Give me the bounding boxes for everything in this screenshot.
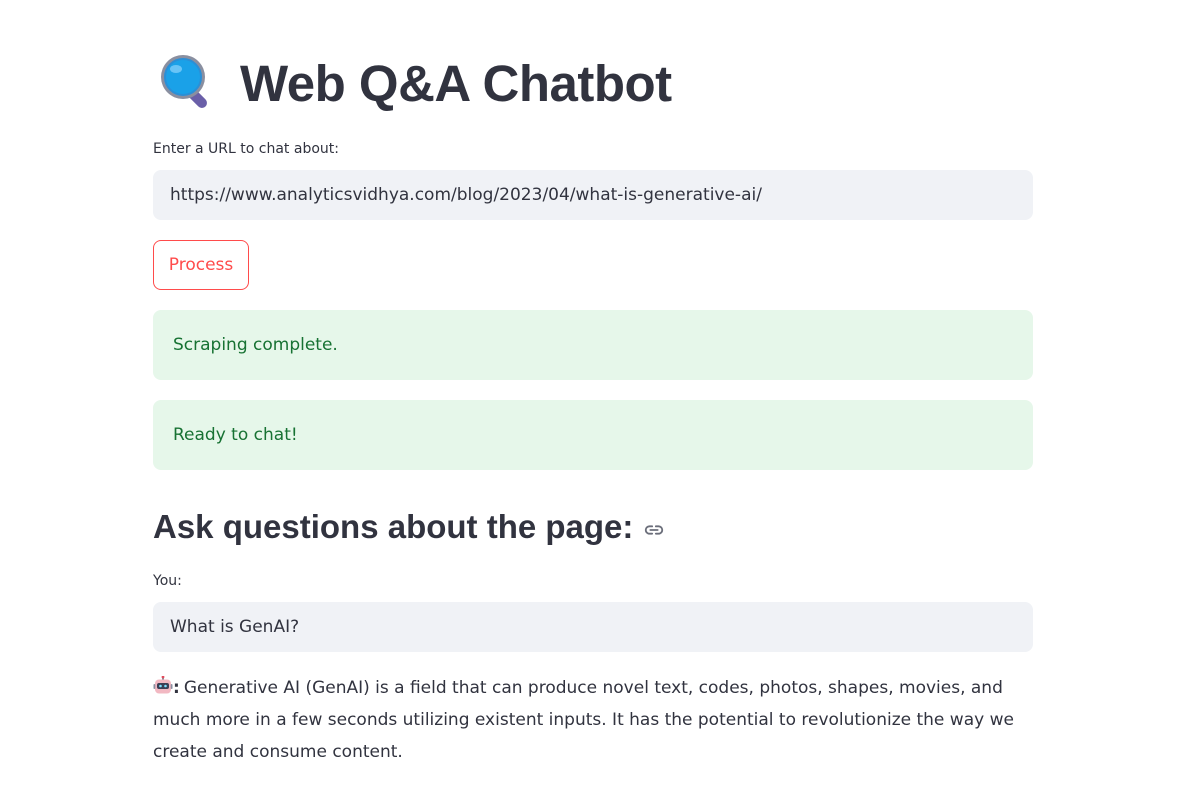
url-input[interactable] [153,170,1033,220]
robot-icon [153,675,173,695]
question-field-label: You: [153,573,182,589]
process-button[interactable]: Process [153,240,249,290]
chat-heading-text: Ask questions about the page: [153,508,634,545]
chat-section-heading: Ask questions about the page: [153,502,665,552]
bot-separator: : [173,678,180,698]
link-icon[interactable] [643,519,665,541]
scraping-status-text: Scraping complete. [173,335,338,355]
scraping-complete-alert: Scraping complete. [153,310,1033,380]
app-page: Web Q&A Chatbot Enter a URL to chat abou… [0,0,1193,812]
bot-answer: : Generative AI (GenAI) is a field that c… [153,672,1033,768]
ready-status-text: Ready to chat! [173,425,298,445]
question-input[interactable] [153,602,1033,652]
bot-answer-text: Generative AI (GenAI) is a field that ca… [153,678,1014,762]
url-field-label: Enter a URL to chat about: [153,141,339,157]
app-title: Web Q&A Chatbot [240,54,672,112]
ready-to-chat-alert: Ready to chat! [153,400,1033,470]
magnifying-glass-icon [158,52,220,114]
page-title: Web Q&A Chatbot [158,48,672,118]
